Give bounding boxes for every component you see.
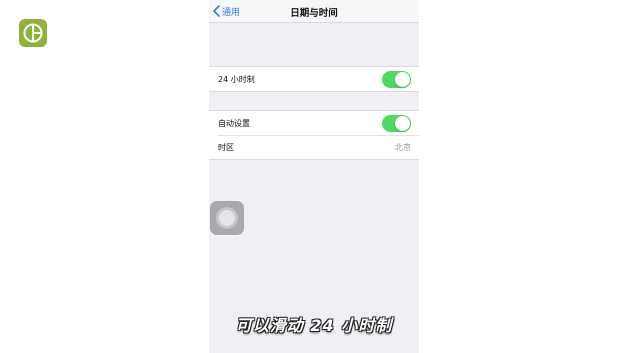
brand-logo-icon: [19, 19, 47, 47]
time-format-row: 24 小时制: [209, 67, 419, 91]
assistive-touch-icon[interactable]: [210, 201, 244, 235]
time-format-label: 24 小时制: [218, 74, 255, 84]
auto-set-group: 自动设置 时区 北京: [209, 110, 419, 160]
timezone-value: 北京: [395, 142, 411, 152]
timezone-label: 时区: [218, 142, 234, 152]
toggle-knob: [395, 115, 410, 131]
timezone-row[interactable]: 时区 北京: [209, 135, 419, 159]
auto-set-toggle[interactable]: [382, 114, 411, 132]
navigation-bar: 通用 日期与时间: [209, 0, 419, 23]
auto-set-row: 自动设置: [209, 111, 419, 135]
page-title: 日期与时间: [290, 8, 338, 19]
auto-set-label: 自动设置: [218, 118, 250, 128]
toggle-knob: [395, 71, 410, 87]
video-caption: 可以滑动 24 小时制: [235, 316, 393, 335]
time-format-toggle[interactable]: [382, 70, 411, 88]
time-format-group: 24 小时制: [209, 66, 419, 92]
phone-screen: 通用 日期与时间 24 小时制 自动设置 时区 北京: [209, 0, 419, 353]
